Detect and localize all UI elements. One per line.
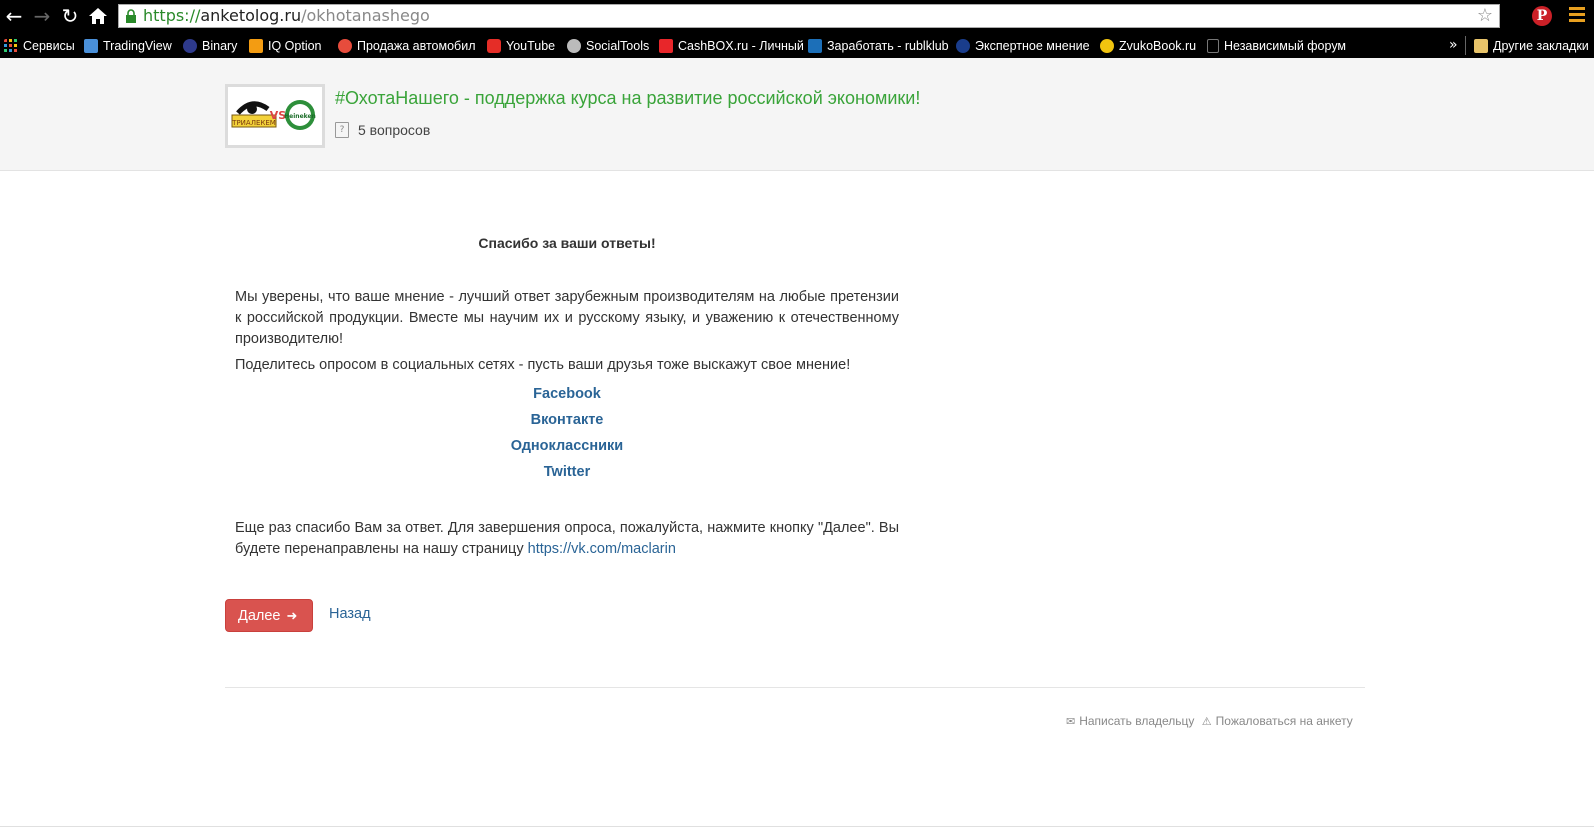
iq-option-icon (249, 39, 263, 53)
svg-text:Heineken: Heineken (284, 113, 316, 120)
rublklub-icon (808, 39, 822, 53)
youtube-icon (487, 39, 501, 53)
page-bottom-line (0, 826, 1594, 827)
report-survey-label: Пожаловаться на анкету (1215, 714, 1353, 728)
expert-opinion-icon (956, 39, 970, 53)
survey-logo: ТРИАЛЕКЕМ VS Heineken (225, 84, 325, 148)
binary-icon (183, 39, 197, 53)
back-link[interactable]: Назад (329, 606, 371, 622)
final-paragraph: Еще раз спасибо Вам за ответ. Для заверш… (235, 518, 899, 560)
bookmark-item[interactable]: Binary (183, 33, 237, 58)
share-vkontakte-link[interactable]: Вконтакте (531, 412, 604, 428)
folder-icon (1474, 39, 1488, 53)
survey-logo-image: ТРИАЛЕКЕМ VS Heineken (231, 100, 316, 130)
bookmark-item[interactable]: Продажа автомобил (338, 33, 475, 58)
question-count: 5 вопросов (358, 122, 431, 138)
bookmark-item[interactable]: Экспертное мнение (956, 33, 1090, 58)
zvukobook-icon (1100, 39, 1114, 53)
bookmark-item[interactable]: ZvukoBook.ru (1100, 33, 1196, 58)
share-prompt: Поделитесь опросом в социальных сетях - … (235, 357, 851, 373)
write-owner-label: Написать владельцу (1079, 714, 1195, 728)
home-icon[interactable] (86, 4, 110, 28)
bookmark-item[interactable]: CashBOX.ru - Личный (659, 33, 804, 58)
bookmark-item[interactable]: Заработать - rublklub (808, 33, 949, 58)
bookmark-item[interactable]: SocialTools (567, 33, 649, 58)
report-survey-link[interactable]: ⚠ Пожаловаться на анкету (1202, 714, 1353, 728)
forward-arrow-icon[interactable]: → (30, 4, 54, 28)
thanks-paragraph: Мы уверены, что ваше мнение - лучший отв… (235, 289, 899, 347)
footer-divider (225, 687, 1365, 688)
envelope-icon: ✉ (1066, 716, 1076, 728)
share-facebook-link[interactable]: Facebook (533, 386, 601, 402)
back-arrow-icon[interactable]: ← (2, 4, 26, 28)
thank-you-content: Спасибо за ваши ответы! Мы уверены, что … (235, 233, 899, 560)
write-owner-link[interactable]: ✉ Написать владельцу (1066, 714, 1194, 728)
other-bookmarks[interactable]: Другие закладки (1474, 33, 1589, 58)
tradingview-icon (84, 39, 98, 53)
page-icon (1207, 39, 1219, 53)
survey-title[interactable]: #ОхотаНашего - поддержка курса на развит… (335, 88, 920, 109)
reload-icon[interactable]: ↻ (58, 4, 82, 28)
share-links: Facebook Вконтакте Одноклассники Twitter (235, 381, 899, 485)
bookmark-item[interactable]: YouTube (487, 33, 555, 58)
vk-page-link[interactable]: https://vk.com/maclarin (528, 541, 676, 557)
auto-sale-icon (338, 39, 352, 53)
next-button[interactable]: Далее ➜ (225, 599, 313, 632)
apps-grid-icon (4, 39, 17, 52)
share-twitter-link[interactable]: Twitter (544, 464, 590, 480)
thanks-title: Спасибо за ваши ответы! (478, 235, 656, 251)
lock-icon (126, 9, 136, 23)
survey-header: ТРИАЛЕКЕМ VS Heineken #ОхотаНашего - под… (0, 58, 1594, 171)
bookmark-item[interactable]: TradingView (84, 33, 172, 58)
browser-toolbar: ← → ↻ https://anketolog.ru/okhotanashego… (0, 0, 1594, 33)
bookmarks-separator (1465, 36, 1466, 55)
bookmark-item[interactable]: IQ Option (249, 33, 322, 58)
next-button-label: Далее (238, 608, 281, 624)
bookmark-item[interactable]: Сервисы (4, 33, 75, 58)
bookmarks-overflow-button[interactable]: » (1449, 33, 1458, 58)
arrow-right-icon: ➜ (286, 608, 298, 623)
bookmark-item[interactable]: Независимый форум (1207, 33, 1346, 58)
bookmark-star-icon[interactable]: ☆ (1477, 6, 1493, 26)
questions-icon: ? (335, 122, 349, 138)
address-bar[interactable]: https://anketolog.ru/okhotanashego ☆ (118, 4, 1500, 28)
pinterest-icon[interactable]: P (1532, 6, 1552, 26)
bookmarks-bar: Сервисы TradingView Binary IQ Option Про… (0, 33, 1594, 58)
url-text: https://anketolog.ru/okhotanashego (143, 6, 430, 25)
share-odnoklassniki-link[interactable]: Одноклассники (511, 438, 623, 454)
socialtools-icon (567, 39, 581, 53)
chrome-menu-icon[interactable] (1569, 7, 1585, 25)
footer-links: ✉ Написать владельцу ⚠ Пожаловаться на анк… (1066, 714, 1353, 728)
cashbox-icon (659, 39, 673, 53)
warning-icon: ⚠ (1201, 716, 1212, 728)
